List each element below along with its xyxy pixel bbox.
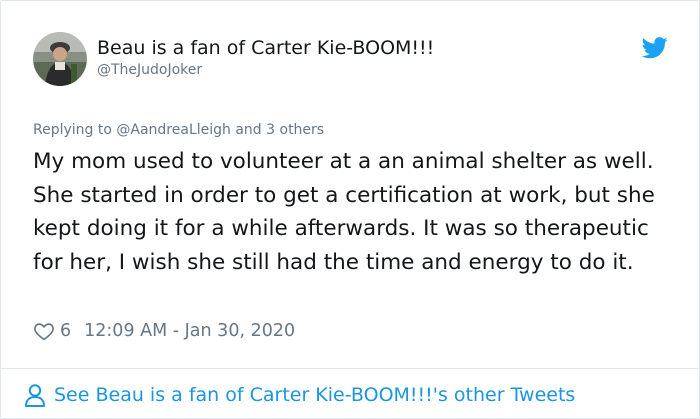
- tweet-timestamp[interactable]: 12:09 AM - Jan 30, 2020: [84, 321, 295, 341]
- reply-suffix[interactable]: and 3 others: [231, 122, 324, 138]
- person-icon: [25, 384, 45, 407]
- tweet-card: Beau is a fan of Carter Kie-BOOM!!! @The…: [0, 0, 700, 419]
- see-other-tweets-label[interactable]: See Beau is a fan of Carter Kie-BOOM!!!'…: [54, 384, 575, 406]
- reply-prefix: Replying to: [33, 122, 117, 138]
- avatar[interactable]: [33, 32, 87, 86]
- author-handle[interactable]: @TheJudoJoker: [97, 61, 202, 79]
- tweet-text: My mom used to volunteer at a an animal …: [33, 149, 655, 275]
- reply-mention-link[interactable]: @AandreaLleigh: [116, 122, 231, 138]
- tweet-header: Beau is a fan of Carter Kie-BOOM!!! @The…: [33, 32, 679, 88]
- divider: [1, 368, 699, 369]
- see-other-tweets-link[interactable]: See Beau is a fan of Carter Kie-BOOM!!!'…: [24, 381, 575, 409]
- tweet-meta: 6 12:09 AM - Jan 30, 2020: [33, 318, 295, 344]
- author-display-name[interactable]: Beau is a fan of Carter Kie-BOOM!!!: [97, 37, 434, 59]
- heart-icon[interactable]: [33, 320, 55, 342]
- twitter-bird-icon[interactable]: [642, 37, 668, 59]
- reply-context: Replying to @AandreaLleigh and 3 others: [33, 122, 324, 138]
- like-count[interactable]: 6: [60, 321, 71, 341]
